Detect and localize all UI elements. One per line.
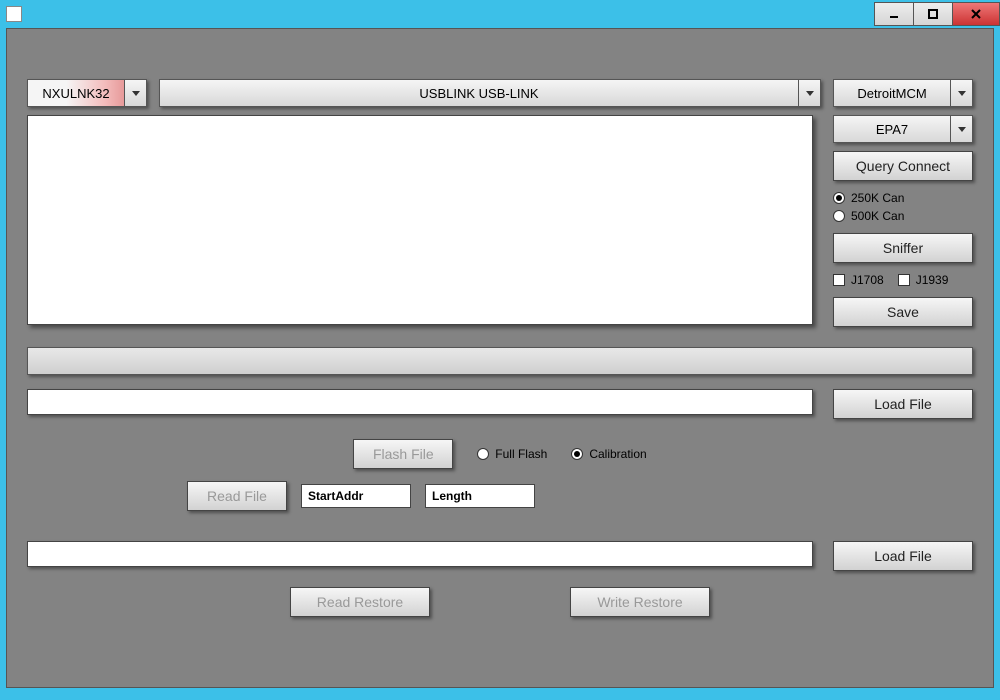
minimize-button[interactable] xyxy=(874,2,914,26)
adapter-combo[interactable]: NXULNK32 xyxy=(27,79,147,107)
file-path-input-1[interactable] xyxy=(27,389,813,415)
start-addr-input[interactable]: StartAddr xyxy=(301,484,411,508)
flash-file-button[interactable]: Flash File xyxy=(353,439,453,469)
chevron-down-icon[interactable] xyxy=(951,79,973,107)
radio-icon xyxy=(477,448,489,460)
check-label: J1708 xyxy=(851,273,884,287)
radio-icon xyxy=(571,448,583,460)
read-restore-button[interactable]: Read Restore xyxy=(290,587,430,617)
check-label: J1939 xyxy=(916,273,949,287)
epa-combo[interactable]: EPA7 xyxy=(833,115,973,143)
file-path-input-2[interactable] xyxy=(27,541,813,567)
client-area: NXULNK32 USBLINK USB-LINK DetroitMCM xyxy=(6,28,994,688)
device-combo[interactable]: USBLINK USB-LINK xyxy=(159,79,821,107)
epa-combo-value: EPA7 xyxy=(833,115,951,143)
radio-calibration[interactable]: Calibration xyxy=(571,447,646,461)
maximize-button[interactable] xyxy=(913,2,953,26)
radio-label: Full Flash xyxy=(495,447,547,461)
chevron-down-icon[interactable] xyxy=(799,79,821,107)
titlebar xyxy=(0,0,1000,28)
status-bar xyxy=(27,347,973,375)
chevron-down-icon[interactable] xyxy=(951,115,973,143)
query-connect-button[interactable]: Query Connect xyxy=(833,151,973,181)
load-file-button-2[interactable]: Load File xyxy=(833,541,973,571)
checkbox-icon xyxy=(833,274,845,286)
write-restore-button[interactable]: Write Restore xyxy=(570,587,710,617)
radio-icon xyxy=(833,192,845,204)
sniffer-button[interactable]: Sniffer xyxy=(833,233,973,263)
radio-500k-can[interactable]: 500K Can xyxy=(833,209,973,223)
app-icon xyxy=(6,6,22,22)
radio-label: 500K Can xyxy=(851,209,904,223)
close-button[interactable] xyxy=(952,2,1000,26)
load-file-button-1[interactable]: Load File xyxy=(833,389,973,419)
length-input[interactable]: Length xyxy=(425,484,535,508)
read-file-button[interactable]: Read File xyxy=(187,481,287,511)
radio-full-flash[interactable]: Full Flash xyxy=(477,447,547,461)
radio-250k-can[interactable]: 250K Can xyxy=(833,191,973,205)
check-j1708[interactable]: J1708 xyxy=(833,273,884,287)
radio-label: 250K Can xyxy=(851,191,904,205)
input-placeholder: StartAddr xyxy=(308,489,363,503)
log-textarea[interactable] xyxy=(27,115,813,325)
radio-label: Calibration xyxy=(589,447,646,461)
module-combo[interactable]: DetroitMCM xyxy=(833,79,973,107)
adapter-combo-value: NXULNK32 xyxy=(27,79,125,107)
input-placeholder: Length xyxy=(432,489,472,503)
chevron-down-icon[interactable] xyxy=(125,79,147,107)
checkbox-icon xyxy=(898,274,910,286)
radio-icon xyxy=(833,210,845,222)
check-j1939[interactable]: J1939 xyxy=(898,273,949,287)
save-button[interactable]: Save xyxy=(833,297,973,327)
device-combo-value: USBLINK USB-LINK xyxy=(159,79,799,107)
module-combo-value: DetroitMCM xyxy=(833,79,951,107)
